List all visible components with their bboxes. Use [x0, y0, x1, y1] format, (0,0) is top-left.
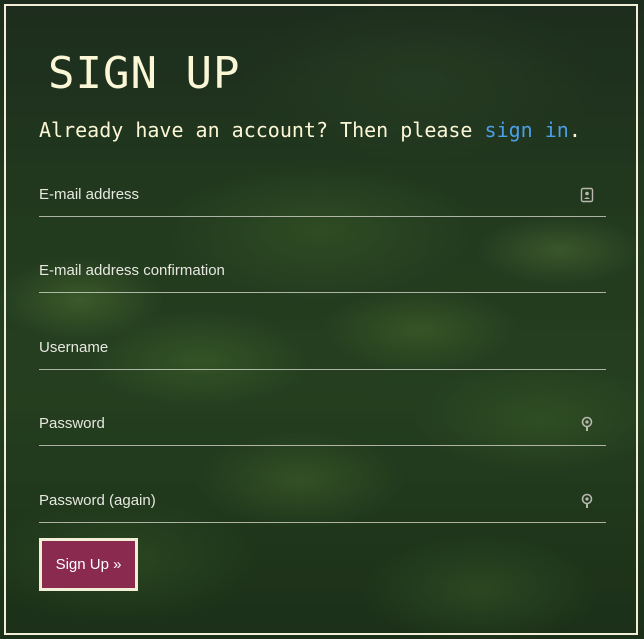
signup-page: SIGN UP Already have an account? Then pl…	[0, 0, 644, 639]
page-title: SIGN UP	[48, 48, 241, 99]
signin-prompt: Already have an account? Then please sig…	[39, 116, 581, 144]
email-input[interactable]	[39, 176, 606, 216]
signin-prompt-text: Already have an account? Then please	[39, 118, 485, 142]
sign-in-link[interactable]: sign in	[485, 118, 569, 142]
password-again-field[interactable]: Password (again)	[39, 482, 606, 523]
sign-up-button[interactable]: Sign Up »	[39, 538, 138, 591]
signin-prompt-period: .	[568, 118, 581, 142]
password-field[interactable]: Password	[39, 405, 606, 446]
username-field[interactable]: Username	[39, 329, 606, 370]
password-again-input[interactable]	[39, 482, 606, 522]
key-icon	[581, 493, 593, 508]
password-input[interactable]	[39, 405, 606, 445]
username-input[interactable]	[39, 329, 606, 369]
email-field[interactable]: E-mail address	[39, 176, 606, 217]
email-confirmation-field[interactable]: E-mail address confirmation	[39, 252, 606, 293]
contact-card-icon	[580, 187, 594, 203]
key-icon	[581, 416, 593, 431]
email-confirmation-input[interactable]	[39, 252, 606, 292]
